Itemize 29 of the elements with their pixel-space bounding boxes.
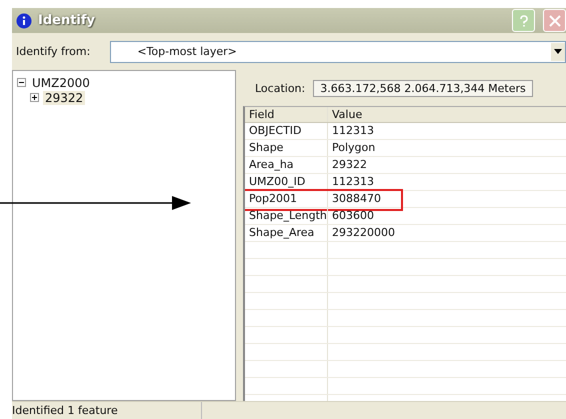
tree-item[interactable]: 29322 (43, 90, 86, 104)
layer-dropdown[interactable]: <Top-most layer> (110, 40, 566, 62)
tree-item[interactable]: UMZ2000 (30, 76, 92, 90)
location-label: Location: (255, 82, 306, 94)
table-cell: Shape (245, 140, 328, 156)
column-header[interactable]: Field (245, 107, 328, 122)
expander-icon[interactable] (30, 93, 39, 102)
close-icon (548, 14, 560, 26)
table-cell: Area_ha (245, 157, 328, 173)
table-cell: OBJECTID (245, 123, 328, 139)
table-cell-text: 112313 (331, 174, 375, 190)
table-cell-text: 293220000 (331, 225, 396, 241)
identify-from-label: Identify from: (16, 45, 90, 58)
expander-icon[interactable] (17, 78, 26, 87)
table-cell-text: 603600 (331, 208, 375, 224)
table-cell: Shape_Length (245, 208, 328, 224)
table-cell: UMZ00_ID (245, 174, 328, 190)
table-cell-text: 29322 (331, 157, 368, 173)
table-cell-text: Polygon (331, 140, 376, 156)
column-header[interactable]: Value (328, 107, 566, 122)
table-cell: Shape_Area (245, 225, 328, 241)
question-mark-icon (518, 14, 528, 26)
info-icon (16, 12, 32, 28)
window-title: Identify (38, 13, 96, 28)
table-cell-text: 112313 (331, 123, 375, 139)
status-text: Identified 1 feature (12, 403, 119, 419)
table-cell: Pop2001 (245, 191, 328, 207)
table-cell-text: 3088470 (331, 191, 382, 207)
location-field: 3.663.172,568 2.064.713,344 Meters (313, 80, 533, 96)
